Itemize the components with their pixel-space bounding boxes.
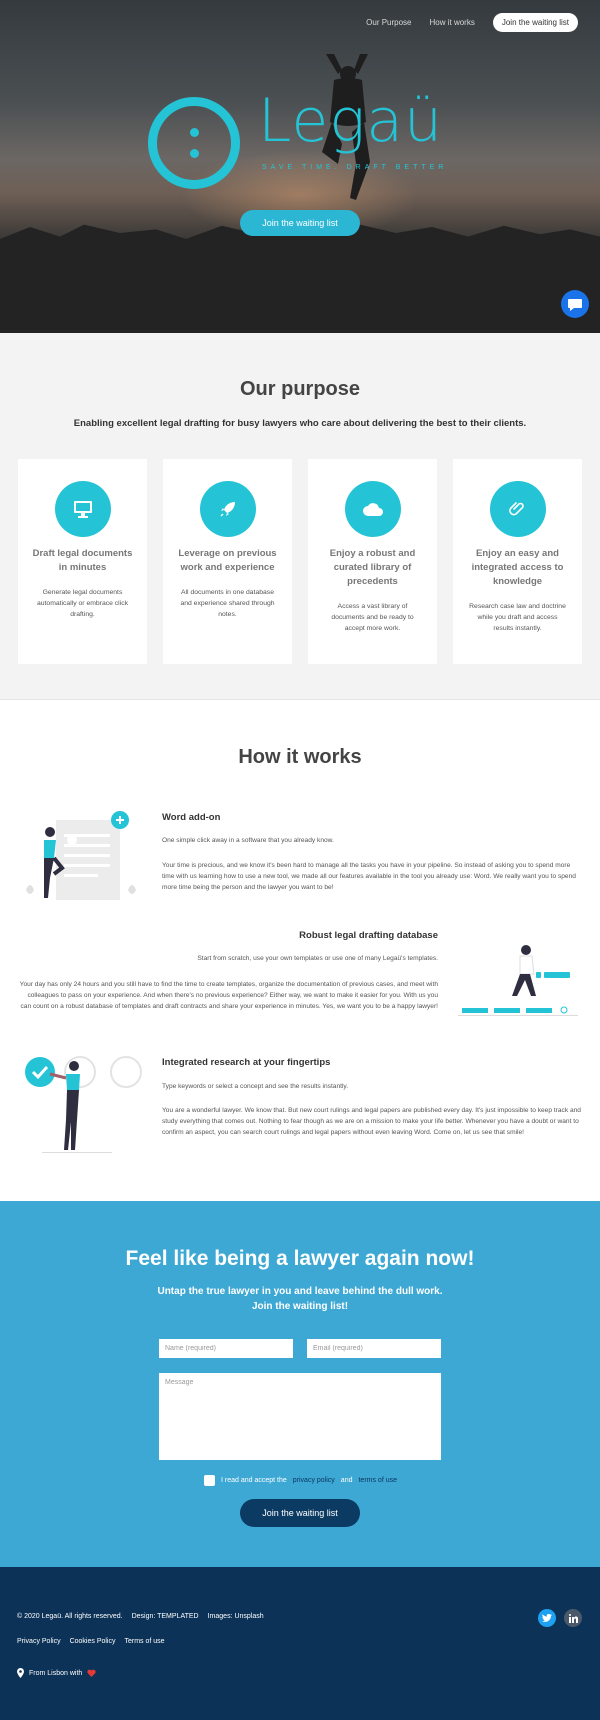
- feature-lead: Start from scratch, use your own templat…: [197, 955, 438, 962]
- logo-tagline: SAVE TIME. DRAFT BETTER: [262, 164, 448, 171]
- card-title: Leverage on previous work and experience: [178, 548, 277, 573]
- footer-credits: © 2020 Legaü. All rights reserved. Desig…: [17, 1613, 264, 1620]
- email-field[interactable]: [307, 1339, 441, 1358]
- database-illustration: [458, 945, 578, 1016]
- card-text: All documents in one database and experi…: [180, 589, 275, 618]
- nav-link-purpose[interactable]: Our Purpose: [366, 18, 411, 27]
- nav-join-button[interactable]: Join the waiting list: [492, 13, 578, 32]
- purpose-card: Enjoy an easy and integrated access to k…: [453, 459, 582, 664]
- research-illustration: [25, 1056, 142, 1153]
- name-field[interactable]: [159, 1339, 293, 1358]
- card-title: Enjoy an easy and integrated access to k…: [471, 548, 564, 587]
- card-title: Draft legal documents in minutes: [32, 548, 133, 573]
- paperclip-icon: [508, 502, 524, 516]
- feature-lead: Type keywords or select a concept and se…: [162, 1083, 349, 1090]
- nav-link-how-it-works[interactable]: How it works: [430, 18, 475, 27]
- card-text: Access a vast library of documents and b…: [331, 603, 414, 632]
- purpose-card: Enjoy a robust and curated library of pr…: [308, 459, 437, 664]
- terms-of-use-link[interactable]: terms of use: [358, 1477, 397, 1484]
- purpose-section: Our purpose Enabling excellent legal dra…: [0, 333, 600, 700]
- chat-bubble-icon: [568, 299, 582, 311]
- footer-link-terms[interactable]: Terms of use: [125, 1638, 165, 1645]
- card-text: Research case law and doctrine while you…: [469, 603, 566, 632]
- card-icon-circle: [54, 481, 111, 537]
- feature-body: Your day has only 24 hours and you still…: [19, 981, 438, 1010]
- copyright: © 2020 Legaü. All rights reserved.: [17, 1613, 123, 1620]
- contact-section: Feel like being a lawyer again now! Unta…: [0, 1201, 600, 1567]
- submit-button[interactable]: Join the waiting list: [240, 1499, 360, 1527]
- message-field[interactable]: [159, 1373, 441, 1460]
- consent-and: and: [340, 1477, 353, 1484]
- logo-wordmark: Legaü: [258, 86, 444, 156]
- word-addon-illustration: [26, 811, 136, 900]
- monitor-icon: [73, 501, 92, 518]
- card-icon-circle: [199, 481, 256, 537]
- top-nav: Our Purpose How it works Join the waitin…: [366, 13, 578, 32]
- location-pin-icon: [17, 1668, 24, 1678]
- consent-label: I read and accept the: [221, 1477, 287, 1484]
- consent-row: I read and accept the privacy policy and…: [204, 1475, 397, 1486]
- feature-title: Robust legal drafting database: [299, 930, 438, 941]
- feature-body: You are a wonderful lawyer. We know that…: [162, 1107, 581, 1136]
- purpose-card: Draft legal documents in minutes Generat…: [18, 459, 147, 664]
- purpose-title: Our purpose: [239, 378, 360, 400]
- consent-checkbox[interactable]: [204, 1475, 215, 1486]
- hero-section: Our Purpose How it works Join the waitin…: [0, 0, 600, 333]
- heart-icon: [87, 1669, 96, 1677]
- feature-body: Your time is precious, and we know it's …: [162, 862, 576, 891]
- feature-title: Integrated research at your fingertips: [162, 1057, 331, 1068]
- card-icon-circle: [344, 481, 401, 537]
- logo-dot-bottom: [190, 149, 199, 158]
- card-icon-circle: [489, 481, 546, 537]
- twitter-button[interactable]: [538, 1609, 556, 1627]
- contact-subtitle: Untap the true lawyer in you and leave b…: [0, 1284, 600, 1314]
- feature-lead: One simple click away in a software that…: [162, 837, 334, 844]
- twitter-icon: [542, 1613, 552, 1622]
- chat-button[interactable]: [561, 290, 589, 318]
- rocket-icon: [219, 502, 235, 517]
- purpose-card: Leverage on previous work and experience…: [163, 459, 292, 664]
- logo-mark: [148, 97, 240, 189]
- card-title: Enjoy a robust and curated library of pr…: [329, 548, 416, 587]
- card-text: Generate legal documents automatically o…: [36, 589, 129, 618]
- images-credit: Images: Unsplash: [207, 1613, 264, 1620]
- linkedin-icon: [568, 1613, 578, 1623]
- footer-origin: From Lisbon with: [17, 1668, 96, 1678]
- footer-link-privacy[interactable]: Privacy Policy: [17, 1638, 61, 1645]
- privacy-policy-link[interactable]: privacy policy: [293, 1477, 335, 1484]
- feature-title: Word add-on: [162, 812, 221, 823]
- design-credit: Design: TEMPLATED: [131, 1613, 199, 1620]
- contact-subtitle-line1: Untap the true lawyer in you and leave b…: [157, 1286, 443, 1297]
- contact-title: Feel like being a lawyer again now!: [125, 1247, 475, 1270]
- linkedin-button[interactable]: [564, 1609, 582, 1627]
- how-title: How it works: [238, 746, 362, 768]
- how-it-works-section: How it works Word add-on One simple clic…: [0, 700, 600, 1201]
- purpose-subtitle: Enabling excellent legal drafting for bu…: [73, 418, 527, 429]
- cloud-icon: [362, 503, 383, 516]
- footer: © 2020 Legaü. All rights reserved. Desig…: [0, 1567, 600, 1720]
- footer-link-cookies[interactable]: Cookies Policy: [70, 1638, 116, 1645]
- contact-subtitle-line2: Join the waiting list!: [251, 1301, 349, 1312]
- origin-text: From Lisbon with: [29, 1669, 83, 1677]
- logo-dot-top: [190, 128, 199, 137]
- footer-links: Privacy Policy Cookies Policy Terms of u…: [17, 1638, 165, 1645]
- hero-join-button[interactable]: Join the waiting list: [240, 210, 360, 236]
